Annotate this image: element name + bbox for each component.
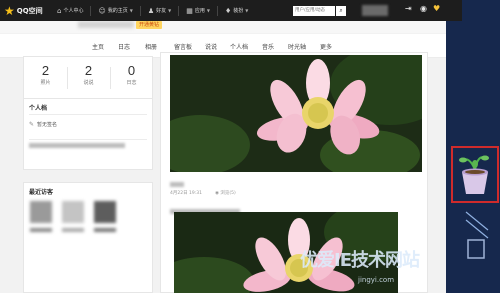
tab-more[interactable]: 更多 [320, 42, 332, 51]
poster-name-blurred [170, 182, 184, 187]
site-watermark-url: jingyi.com [358, 276, 395, 284]
visitor-avatar[interactable] [94, 201, 116, 223]
recent-visitors-card: 最近访客 [23, 182, 153, 293]
vip-badge[interactable]: 开通黄钻 [136, 21, 163, 29]
apps-icon: ▦ [186, 6, 193, 15]
tab-album[interactable]: 相册 [145, 42, 157, 51]
caret-down-icon: ▼ [129, 8, 133, 13]
plant-pot-icon [459, 155, 489, 194]
home-icon: ⌂ [57, 6, 62, 15]
edit-icon: ✎ [29, 121, 35, 128]
divider [29, 114, 147, 115]
tab-profile[interactable]: 个人档 [230, 42, 248, 51]
post-views[interactable]: ◉ 浏览(5) [215, 190, 236, 196]
friends-icon: ♟ [147, 6, 155, 15]
divider [139, 5, 141, 16]
qzone-logo[interactable]: ★ QQ空间 [0, 5, 52, 17]
visitor-name [62, 228, 84, 232]
nav-apps[interactable]: ▦ 应用 ▼ [181, 0, 215, 21]
divider [178, 5, 180, 16]
tab-timeline[interactable]: 时光轴 [288, 42, 306, 51]
stat-photos[interactable]: 2 照片 [24, 63, 67, 86]
star-icon: ★ [4, 3, 15, 18]
card-title: 最近访客 [29, 189, 54, 196]
divider [29, 139, 147, 140]
profile-card: 个人档 ✎ 暂无签名 [23, 98, 153, 170]
search-input[interactable] [293, 6, 335, 16]
profile-info-blurred [29, 143, 125, 148]
tab-music[interactable]: 音乐 [262, 42, 274, 51]
tab-shuoshuo[interactable]: 说说 [205, 42, 217, 51]
post-photo[interactable] [170, 55, 422, 172]
profile-header: 开通黄钻 [0, 21, 446, 33]
top-bar: ★ QQ空间 ⌂ 个人中心 ☺ 我的主页 ▼ ♟ 好友 ▼ ▦ 应用 ▼ ♦ 装… [0, 0, 462, 21]
shirt-icon: ♦ [224, 6, 232, 15]
stat-blogs[interactable]: 0 日志 [110, 63, 153, 86]
tab-blog[interactable]: 日志 [118, 42, 130, 51]
avatar[interactable] [362, 5, 388, 16]
card-title: 个人档 [29, 105, 48, 112]
search-icon[interactable]: ⌕ [336, 6, 346, 16]
lotus-image [170, 55, 422, 172]
divider [216, 5, 218, 16]
divider [90, 5, 92, 16]
post-date: 4月22日 19:31 [170, 191, 202, 196]
visitor-name [30, 228, 52, 232]
nav-friends[interactable]: ♟ 好友 ▼ [143, 0, 176, 21]
nav-decorate[interactable]: ♦ 装扮 ▼ [220, 0, 253, 21]
visitor-name [94, 228, 116, 232]
nav-my-homepage[interactable]: ☺ 我的主页 ▼ [93, 0, 137, 21]
visitor-avatar[interactable] [62, 201, 84, 223]
plant-widget[interactable] [451, 146, 499, 203]
tab-home[interactable]: 主页 [92, 42, 104, 51]
tab-guestbook[interactable]: 留言板 [174, 42, 192, 51]
username-blurred [78, 21, 134, 28]
caret-down-icon: ▼ [245, 8, 249, 13]
vip-heart-icon[interactable]: ♥ [433, 4, 440, 13]
nav-personal-center[interactable]: ⌂ 个人中心 [52, 0, 88, 21]
caret-down-icon: ▼ [168, 8, 172, 13]
logout-icon[interactable]: ⇥ [405, 4, 412, 13]
signature[interactable]: ✎ 暂无签名 [29, 121, 57, 128]
settings-icon[interactable]: ◉ [420, 4, 427, 13]
site-watermark: 优爱ⅠE技术网站 [300, 250, 420, 271]
caret-down-icon: ▼ [206, 8, 210, 13]
back-to-top-icon[interactable] [462, 210, 492, 260]
stat-shuoshuo[interactable]: 2 说说 [67, 63, 110, 86]
visitor-avatar[interactable] [30, 201, 52, 223]
user-icon: ☺ [98, 6, 106, 15]
